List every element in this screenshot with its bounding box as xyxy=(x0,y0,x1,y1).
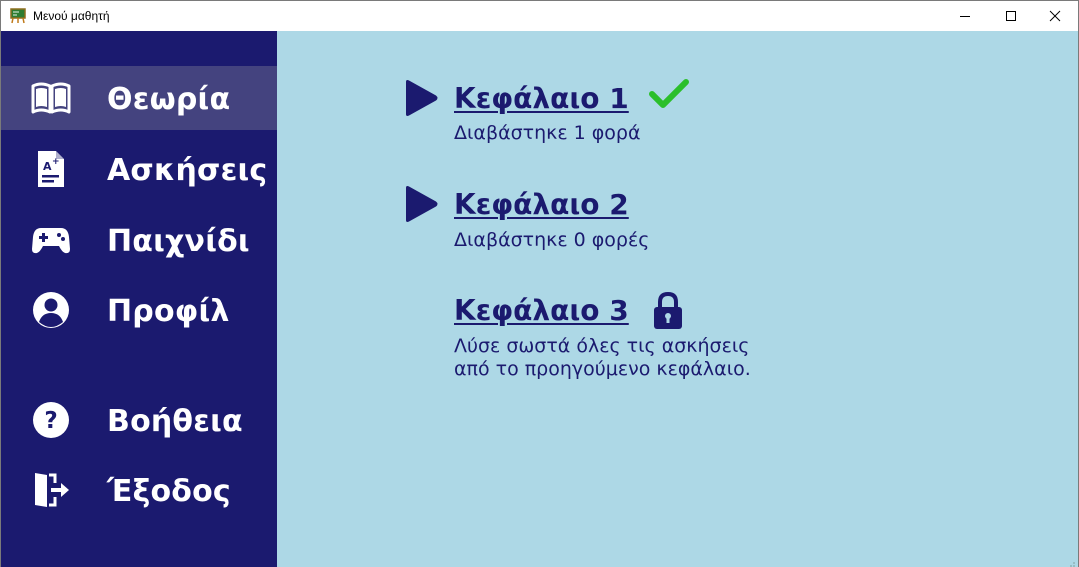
chapter-1-subtitle: Διαβάστηκε 1 φορά xyxy=(454,122,641,144)
sidebar-item-theory[interactable]: Θεωρία xyxy=(1,66,277,130)
play-icon[interactable] xyxy=(403,79,439,117)
book-open-icon xyxy=(31,78,71,118)
sidebar-item-label: Προφίλ xyxy=(107,294,230,329)
chapter-2-subtitle: Διαβάστηκε 0 φορές xyxy=(454,229,650,251)
sidebar-item-game[interactable]: Παιχνίδι xyxy=(1,208,277,272)
sidebar-item-label: Ασκήσεις xyxy=(107,153,268,188)
resize-grip-icon[interactable] xyxy=(1066,555,1076,567)
lock-icon xyxy=(653,291,683,335)
minimize-button[interactable] xyxy=(942,1,988,31)
sidebar-item-label: Έξοδος xyxy=(107,474,231,509)
gamepad-icon xyxy=(31,220,71,260)
graded-paper-icon: A + xyxy=(31,149,71,189)
chapter-2-link[interactable]: Κεφάλαιο 2 xyxy=(454,188,629,221)
main-content: Κεφάλαιο 1 Διαβάστηκε 1 φορά Κεφάλαιο 2 … xyxy=(277,31,1078,567)
sidebar-item-label: Βοήθεια xyxy=(107,404,243,439)
window-title: Μενού μαθητή xyxy=(33,9,110,23)
title-bar[interactable]: Μενού μαθητή xyxy=(1,1,1078,31)
checkmark-icon xyxy=(649,79,689,114)
chapter-3-link[interactable]: Κεφάλαιο 3 xyxy=(454,294,629,327)
svg-text:?: ? xyxy=(44,408,57,434)
svg-text:A: A xyxy=(43,160,52,173)
sidebar-item-help[interactable]: ? Βοήθεια xyxy=(1,388,277,452)
svg-text:+: + xyxy=(52,157,60,167)
sidebar-item-profile[interactable]: Προφίλ xyxy=(1,278,277,342)
sidebar-item-label: Θεωρία xyxy=(107,82,231,117)
chapter-3-subtitle-line-1: Λύσε σωστά όλες τις ασκήσεις xyxy=(454,335,750,357)
close-button[interactable] xyxy=(1032,1,1078,31)
sidebar-item-exit[interactable]: Έξοδος xyxy=(1,458,277,522)
maximize-icon xyxy=(1006,11,1016,21)
sidebar: Θεωρία A + Ασκήσεις Παιχνίδι Προφίλ ? Βο… xyxy=(1,31,277,567)
question-circle-icon: ? xyxy=(31,400,71,440)
maximize-button[interactable] xyxy=(988,1,1034,31)
sidebar-item-exercises[interactable]: A + Ασκήσεις xyxy=(1,137,277,201)
chapter-3-subtitle-line-2: από το προηγούμενο κεφάλαιο. xyxy=(454,358,751,380)
sidebar-item-label: Παιχνίδι xyxy=(107,224,250,259)
app-chalkboard-icon xyxy=(10,8,26,24)
play-icon[interactable] xyxy=(403,185,439,223)
user-circle-icon xyxy=(31,290,71,330)
minimize-icon xyxy=(960,16,970,17)
exit-door-icon xyxy=(31,470,71,510)
app-window: Μενού μαθητή Θεωρία A + Ασκήσεις Παιχνίδ… xyxy=(0,0,1079,567)
close-icon xyxy=(1049,10,1061,22)
chapter-1-link[interactable]: Κεφάλαιο 1 xyxy=(454,82,629,115)
